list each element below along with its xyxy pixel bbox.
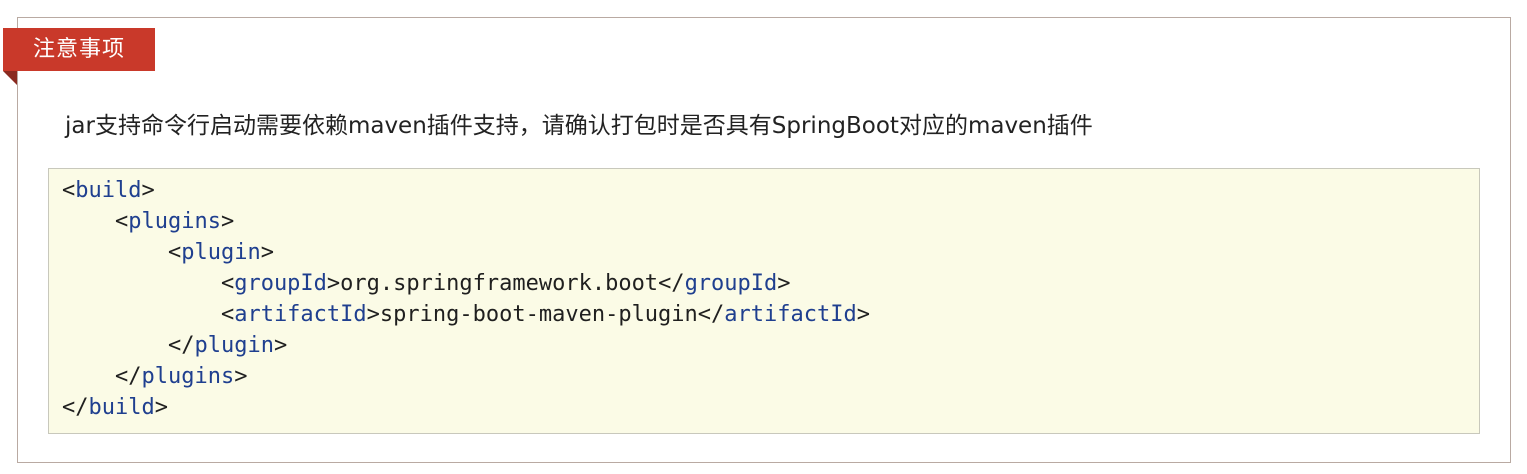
notice-tag-label: 注意事项 — [32, 37, 125, 62]
code-line: <plugins> — [114, 209, 235, 234]
code-line: </plugin> — [167, 333, 288, 358]
code-line: <build> — [62, 178, 155, 203]
code-line: <plugin> — [167, 240, 274, 265]
code-line: <groupId>org.springframework.boot</group… — [220, 271, 791, 296]
notice-tag: 注意事项 — [3, 28, 155, 71]
code-line: </build> — [62, 395, 168, 420]
notice-text: jar支持命令行启动需要依赖maven插件支持，请确认打包时是否具有Spring… — [65, 113, 1093, 139]
code-block: <build> <plugins> <plugin> <groupId>org.… — [48, 168, 1480, 434]
code-line: </plugins> — [114, 364, 248, 389]
code-line: <artifactId>spring-boot-maven-plugin</ar… — [220, 302, 870, 327]
notice-tag-fold — [3, 71, 17, 85]
